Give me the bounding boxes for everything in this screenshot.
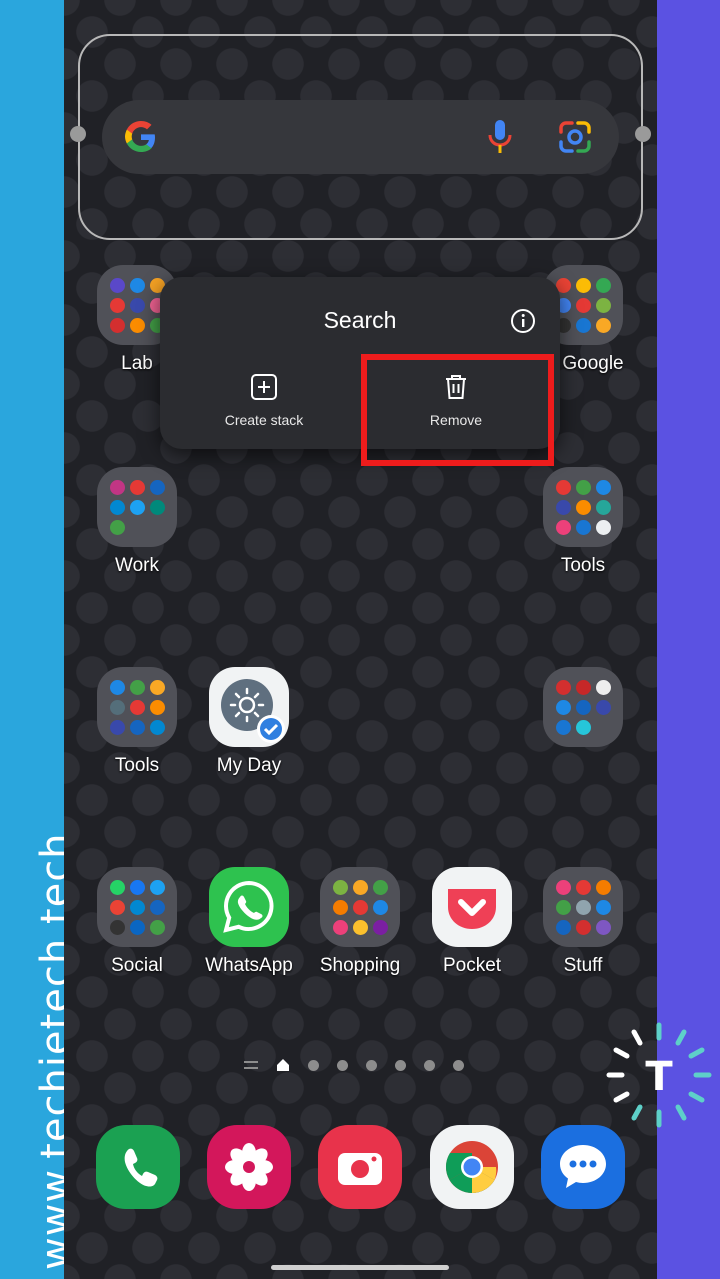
- folder-work[interactable]: Work: [81, 467, 193, 577]
- camera-app[interactable]: [318, 1125, 402, 1209]
- info-icon[interactable]: [510, 308, 536, 334]
- folder-shopping[interactable]: Shopping: [304, 867, 416, 977]
- app-whatsapp[interactable]: WhatsApp: [193, 867, 305, 977]
- folder-icon: [320, 867, 400, 947]
- app-label: Pocket: [442, 955, 502, 976]
- folder-tools[interactable]: Tools: [81, 667, 193, 777]
- home-lines-icon: [244, 1061, 258, 1069]
- chrome-icon: [445, 1141, 498, 1193]
- create-stack-button[interactable]: Create stack: [164, 373, 364, 428]
- whatsapp-icon: [209, 867, 289, 947]
- create-stack-label: Create stack: [224, 412, 304, 428]
- app-my-day[interactable]: My Day: [193, 667, 305, 777]
- folder-icon: [97, 667, 177, 747]
- folder-icon: [543, 867, 623, 947]
- app-label: WhatsApp: [205, 955, 293, 976]
- page-dot: [395, 1059, 406, 1071]
- folder-social[interactable]: Social: [81, 867, 193, 977]
- gallery-app[interactable]: [207, 1125, 291, 1209]
- folder-news[interactable]: [527, 667, 639, 747]
- google-g-icon: [125, 121, 155, 152]
- app-label: My Day: [216, 755, 282, 776]
- app-pocket[interactable]: Pocket: [416, 867, 528, 977]
- add-box-icon: [251, 374, 277, 400]
- camera-icon: [338, 1153, 382, 1185]
- page-dot: [424, 1059, 435, 1071]
- page-dot: [337, 1059, 348, 1071]
- gesture-navigation-bar[interactable]: [271, 1265, 449, 1270]
- page-indicator[interactable]: [244, 1055, 464, 1075]
- phone-icon: [124, 1148, 158, 1187]
- page-dot: [453, 1059, 464, 1071]
- app-label: Google: [562, 353, 624, 374]
- microphone-icon[interactable]: [487, 118, 513, 156]
- app-label: Stuff: [563, 955, 603, 976]
- my-day-icon: [209, 667, 289, 747]
- page-dot: [308, 1059, 319, 1071]
- logo-letter: T: [645, 1054, 673, 1100]
- folder-tools-top[interactable]: Tools: [527, 467, 639, 577]
- page-dot: [366, 1059, 377, 1071]
- folder-icon: [543, 667, 623, 747]
- messages-app[interactable]: [541, 1125, 625, 1209]
- folder-icon: [97, 867, 177, 947]
- app-label: Social: [111, 955, 163, 976]
- resize-handle-left[interactable]: [70, 126, 86, 142]
- app-label: Work: [115, 555, 159, 576]
- folder-icon: [543, 467, 623, 547]
- home-page-icon: [277, 1059, 289, 1071]
- phone-app[interactable]: [96, 1125, 180, 1209]
- resize-handle-right[interactable]: [635, 126, 651, 142]
- folder-stuff[interactable]: Stuff: [527, 867, 639, 977]
- google-search-bar[interactable]: [102, 100, 619, 174]
- chrome-app[interactable]: [430, 1125, 514, 1209]
- remove-highlight-box: [361, 354, 554, 466]
- messages-icon: [560, 1145, 606, 1188]
- folder-icon: [97, 467, 177, 547]
- app-label: Tools: [560, 555, 606, 576]
- techietech-logo-icon: T: [606, 1022, 712, 1128]
- popup-title: Search: [323, 307, 397, 333]
- google-lens-icon[interactable]: [558, 120, 592, 154]
- home-screen: Lab Google Work Tools Tools My Day Socia…: [64, 0, 657, 1279]
- gallery-icon: [225, 1143, 273, 1191]
- pocket-icon: [432, 867, 512, 947]
- app-label: Shopping: [319, 955, 401, 976]
- app-label: Tools: [114, 755, 160, 776]
